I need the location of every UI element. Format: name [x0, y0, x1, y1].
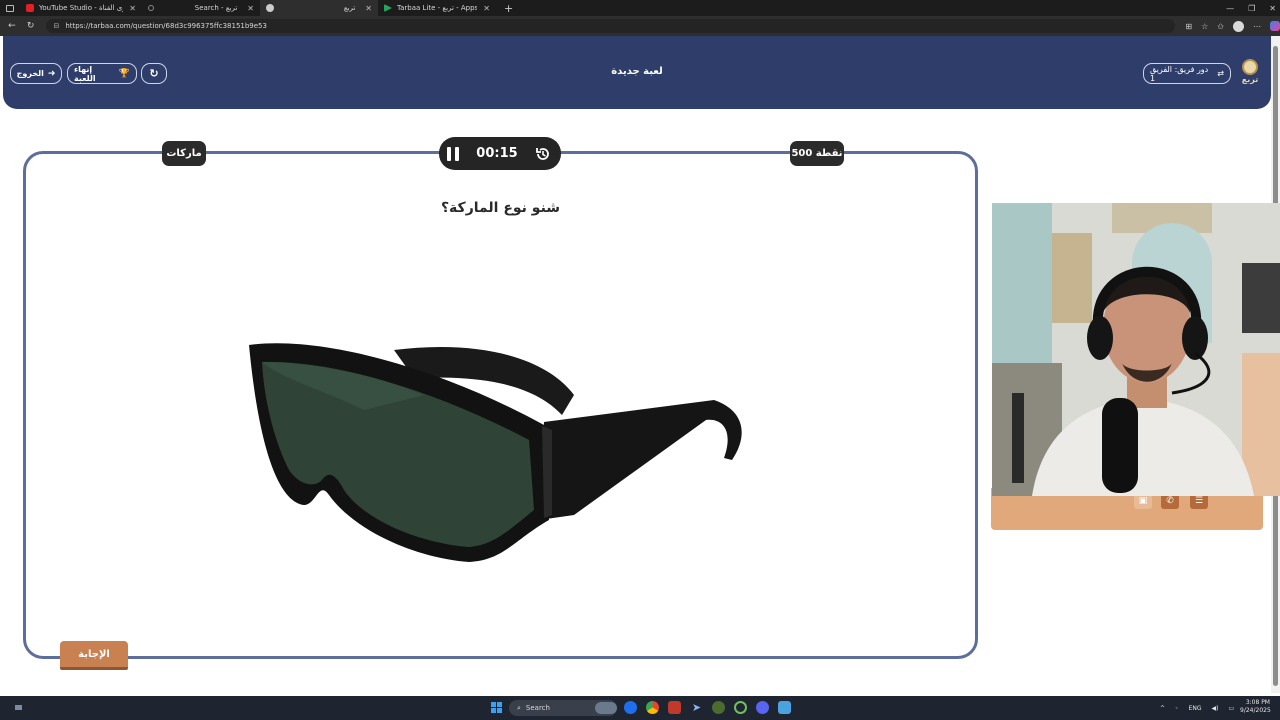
question-text: شنو نوع الماركة؟ — [440, 200, 561, 216]
new-tab-button[interactable]: + — [504, 2, 513, 15]
profile-avatar[interactable] — [1233, 20, 1244, 32]
taskbar-clock[interactable]: 3:08 PM 9/24/2025 — [1240, 699, 1271, 715]
browser-address-bar: ← ↻ ⊟ https://tarbaa.com/question/68d3c9… — [0, 16, 1280, 36]
app-icon[interactable] — [712, 701, 725, 714]
answer-button[interactable]: الإجابة — [60, 641, 128, 670]
search-placeholder: Search — [525, 704, 550, 712]
window-controls: — ❐ ✕ — [1226, 0, 1276, 16]
webcam-feed — [992, 203, 1280, 496]
taskbar-search[interactable]: ⌕ Search — [509, 700, 617, 716]
reset-timer-icon[interactable] — [535, 146, 551, 162]
reload-icon[interactable]: ↻ — [24, 21, 38, 31]
tab-search[interactable]: Search - تربع ✕ — [142, 0, 260, 16]
windows-start-icon[interactable] — [490, 701, 503, 714]
search-highlight-icon — [595, 702, 617, 714]
tab-title: تربع — [343, 4, 356, 12]
tab-title: Search - تربع — [194, 4, 238, 12]
url-text: https://tarbaa.com/question/68d3c996375f… — [65, 22, 267, 30]
windows-taskbar: ⌕ Search ➤ ^ ◦ ENG ◀) ▭ 3:08 PM 9/24/202… — [0, 696, 1280, 720]
tab-tarbaa-lite[interactable]: Tarbaa Lite - تربع - Apps on Goog ✕ — [378, 0, 496, 16]
volume-icon[interactable]: ◀) — [1212, 705, 1219, 712]
rotate-team-button[interactable]: دور فريق: الفريق 1 ⇄ — [1143, 63, 1231, 84]
file-explorer-icon[interactable] — [778, 701, 791, 714]
site-info-icon[interactable]: ⊟ — [54, 22, 60, 30]
copilot-icon[interactable] — [1270, 21, 1280, 31]
tray-overflow-icon[interactable]: ^ — [1160, 705, 1165, 712]
favorites-icon[interactable]: ✩ — [1217, 22, 1224, 31]
close-tab-icon[interactable]: ✕ — [129, 4, 136, 13]
close-tab-icon[interactable]: ✕ — [365, 4, 372, 13]
clock-date: 9/24/2025 — [1240, 707, 1271, 714]
language-indicator[interactable]: ENG — [1189, 705, 1202, 712]
location-icon[interactable]: ◦ — [1175, 705, 1179, 712]
restore-icon[interactable]: ❐ — [1248, 4, 1255, 13]
favorite-star-icon[interactable]: ☆ — [1201, 22, 1208, 31]
minimize-icon[interactable]: — — [1226, 4, 1234, 13]
chatgpt-icon[interactable] — [734, 701, 747, 714]
reading-mode-icon[interactable]: ⊞ — [1185, 22, 1192, 31]
search-icon: ⌕ — [517, 703, 521, 712]
logo-text: تربع — [1241, 75, 1259, 84]
capcut-icon[interactable] — [668, 701, 681, 714]
search-icon — [148, 5, 154, 11]
close-tab-icon[interactable]: ✕ — [483, 4, 490, 13]
app-header: الخروج ➜ إنهاء اللعبة 🏆 ↻ لعبة جديدة دور… — [3, 36, 1271, 109]
browser-tab-bar: YouTube Studio - محتوى القناة ✕ Search -… — [0, 0, 1280, 16]
clock-time: 3:08 PM — [1245, 699, 1270, 706]
category-label: ماركات — [166, 148, 202, 159]
sunglasses-image — [249, 343, 742, 562]
edge-icon[interactable] — [624, 701, 637, 714]
more-menu-icon[interactable]: ⋯ — [1253, 22, 1261, 31]
widgets-icon[interactable] — [12, 701, 25, 714]
game-title: لعبة جديدة — [611, 66, 663, 77]
network-icon[interactable]: ▭ — [1228, 705, 1234, 712]
back-arrow-icon[interactable]: ← — [5, 21, 19, 31]
tab-actions-icon[interactable] — [0, 0, 20, 16]
discord-icon[interactable] — [756, 701, 769, 714]
shuffle-icon: ⇄ — [1217, 69, 1224, 78]
system-tray: ^ ◦ ENG ◀) ▭ — [1160, 696, 1234, 720]
youtube-icon — [26, 4, 34, 12]
close-window-icon[interactable]: ✕ — [1269, 4, 1276, 13]
tab-tarbaa[interactable]: تربع ✕ — [260, 0, 378, 16]
tarbaa-logo[interactable]: تربع — [1239, 59, 1261, 89]
close-tab-icon[interactable]: ✕ — [247, 4, 254, 13]
points-badge: 500 نقطة — [790, 141, 844, 166]
pause-icon[interactable] — [447, 146, 459, 161]
chrome-icon[interactable] — [646, 701, 659, 714]
owl-logo-icon — [1242, 59, 1258, 75]
send-icon[interactable]: ➤ — [690, 701, 703, 714]
category-badge: ماركات — [162, 141, 206, 166]
points-label: 500 نقطة — [791, 148, 843, 159]
tab-youtube-studio[interactable]: YouTube Studio - محتوى القناة ✕ — [20, 0, 142, 16]
tab-title: YouTube Studio - محتوى القناة — [39, 4, 123, 12]
rotate-team-label: دور فريق: الفريق 1 — [1150, 64, 1209, 83]
timer-bar: 00:15 — [439, 137, 561, 170]
url-field[interactable]: ⊟ https://tarbaa.com/question/68d3c99637… — [45, 19, 1176, 33]
timer-value: 00:15 — [476, 146, 518, 161]
tarbaa-favicon-icon — [266, 4, 274, 12]
google-play-icon — [384, 4, 392, 12]
tab-title: Tarbaa Lite - تربع - Apps on Goog — [397, 4, 478, 12]
answer-label: الإجابة — [78, 648, 110, 660]
